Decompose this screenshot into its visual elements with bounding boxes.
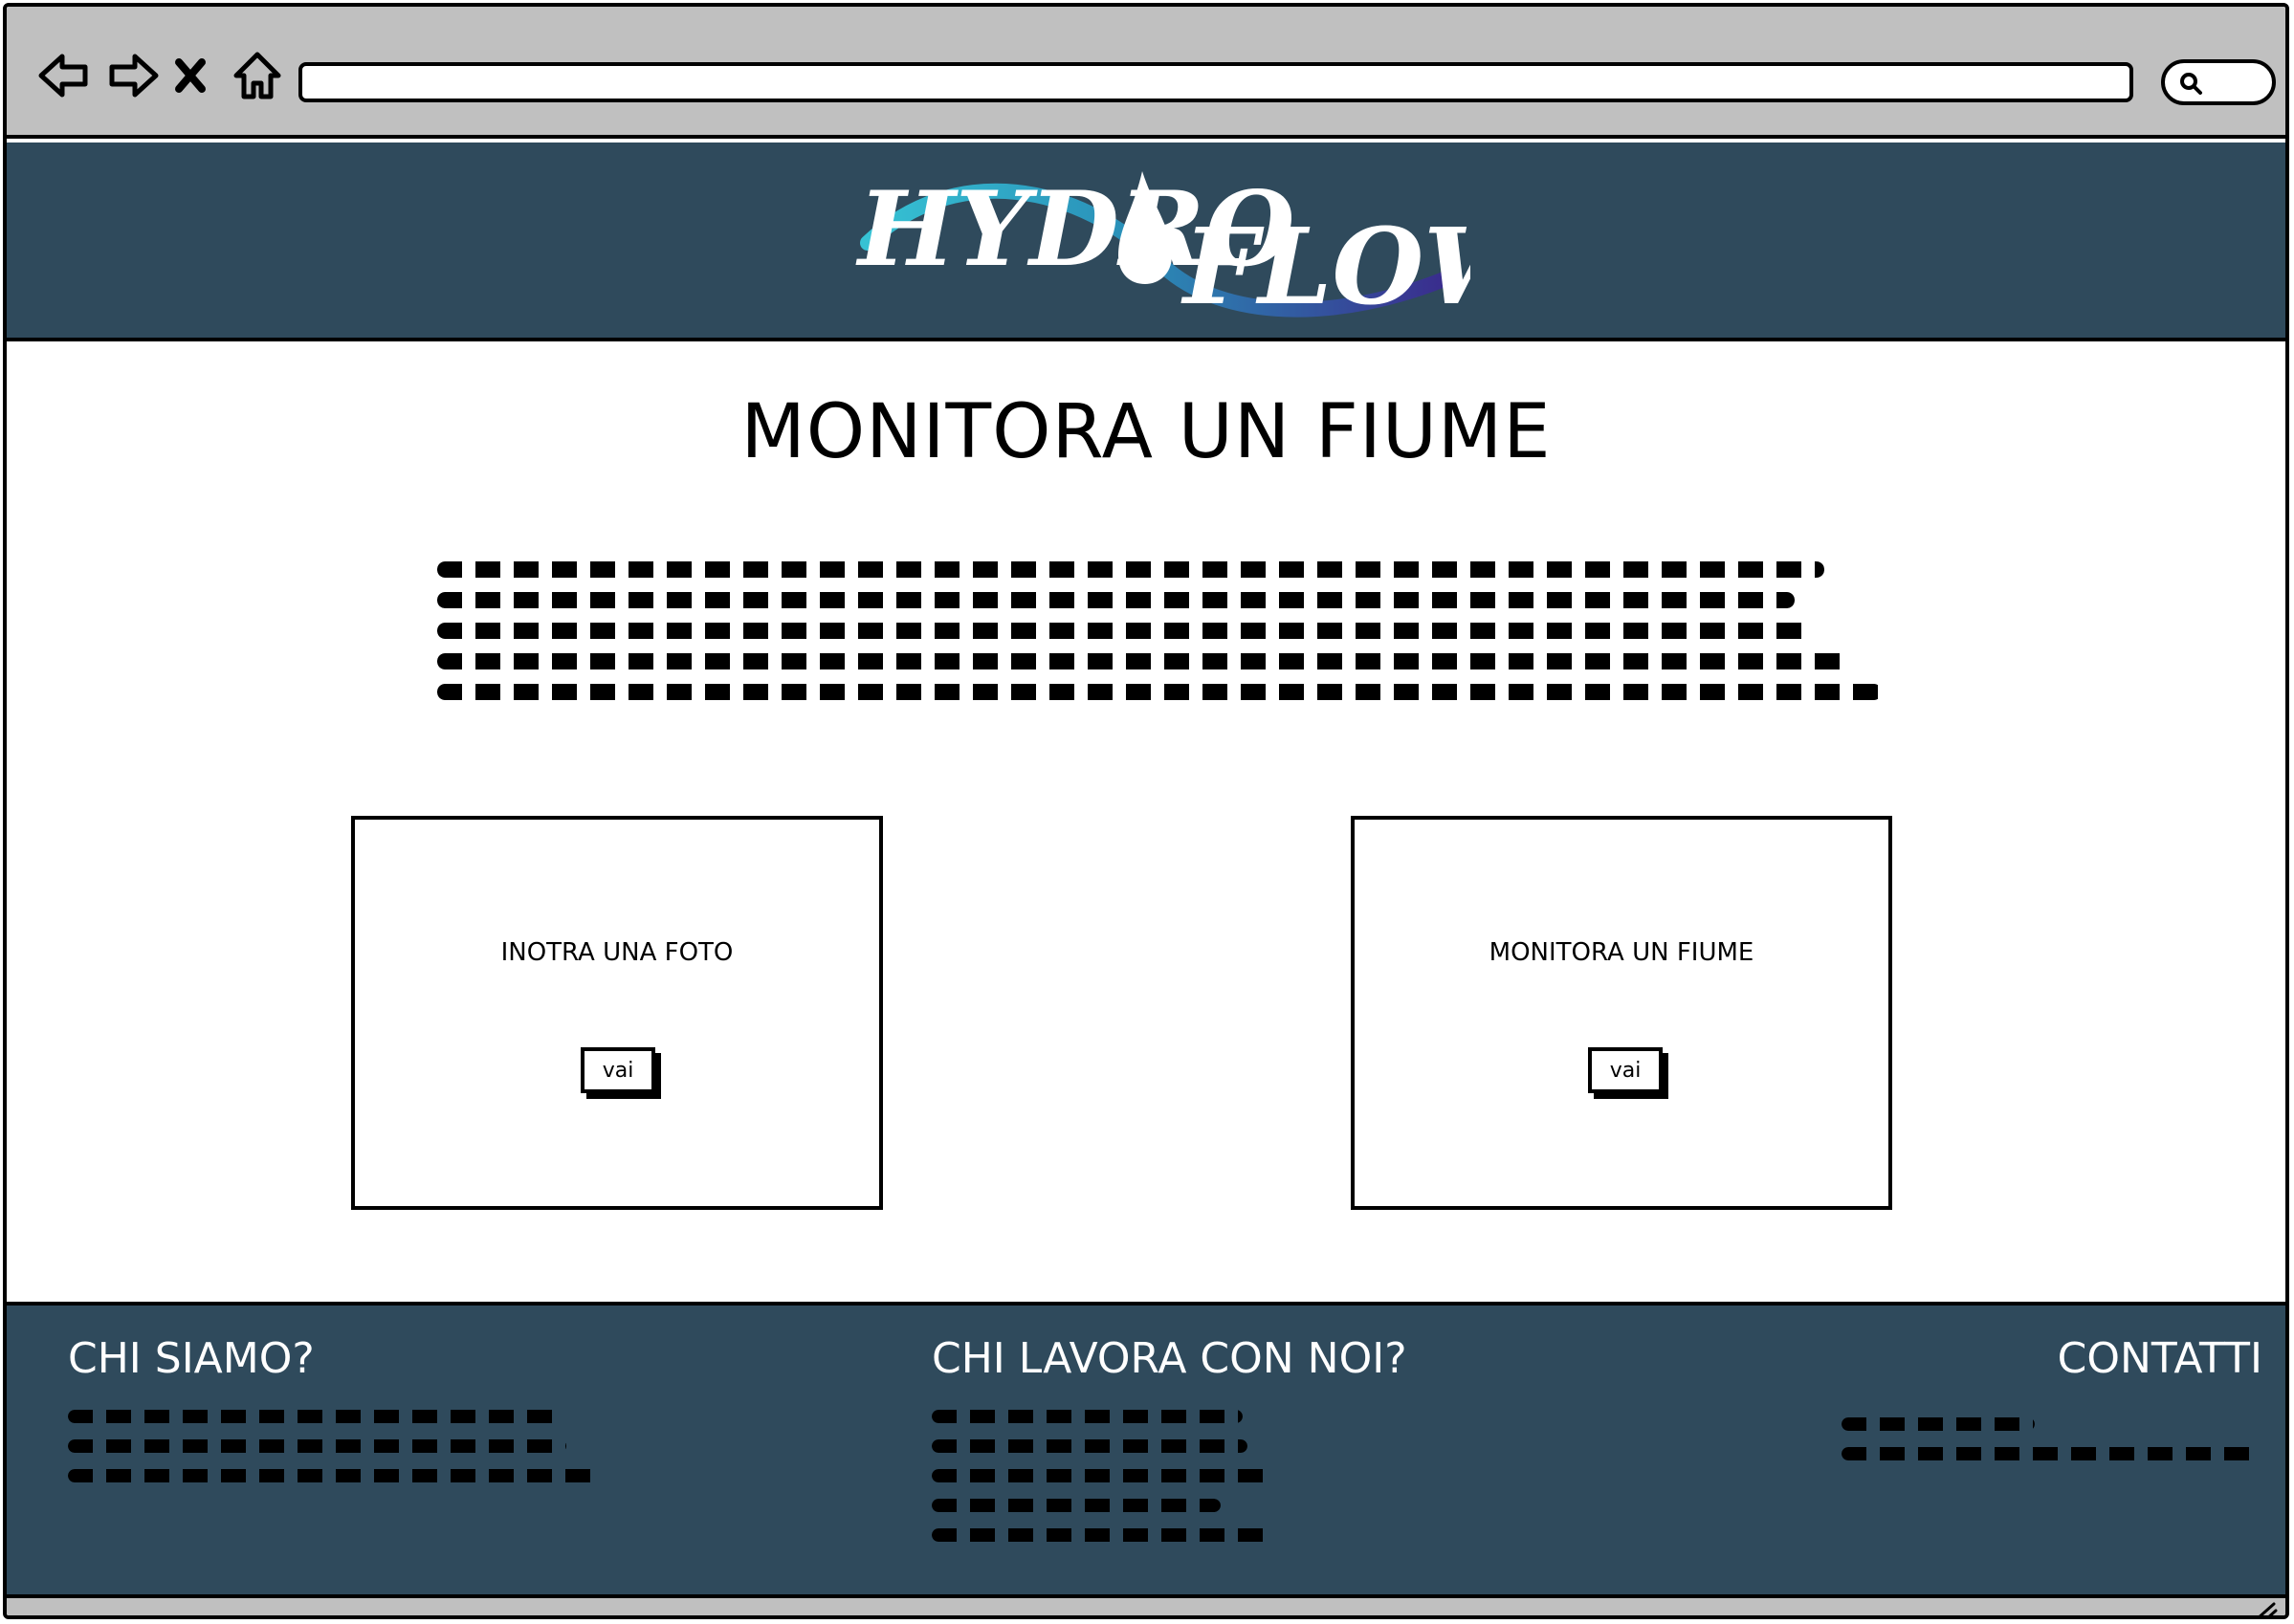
footer-work-placeholder-text <box>932 1410 1467 1542</box>
close-icon[interactable] <box>169 47 211 104</box>
footer-work-with-us: CHI LAVORA CON NOI? <box>932 1334 1467 1558</box>
site-header: HYDRO FLOW <box>7 143 2285 341</box>
browser-toolbar <box>7 7 2285 139</box>
footer-heading-about[interactable]: CHI SIAMO? <box>68 1334 604 1383</box>
home-icon[interactable] <box>229 47 286 104</box>
back-arrow-icon[interactable] <box>35 47 93 104</box>
forward-arrow-icon[interactable] <box>104 47 162 104</box>
footer-contacts: CONTATTI <box>1842 1334 2262 1477</box>
footer-about-placeholder-text <box>68 1410 604 1482</box>
footer-heading-work[interactable]: CHI LAVORA CON NOI? <box>932 1334 1467 1383</box>
footer-heading-contacts[interactable]: CONTATTI <box>1842 1334 2262 1383</box>
site-footer: CHI SIAMO? CHI LAVORA CON NOI? CONTATTI <box>7 1302 2285 1598</box>
search-icon <box>2180 73 2202 95</box>
footer-about: CHI SIAMO? <box>68 1334 604 1499</box>
monitor-river-card: MONITORA UN FIUME vai <box>1351 816 1892 1210</box>
browser-search-field[interactable] <box>2161 59 2276 105</box>
svg-text:FLOW: FLOW <box>1180 205 1470 328</box>
vai-button[interactable]: vai <box>581 1047 655 1093</box>
hydroflow-logo[interactable]: HYDRO FLOW <box>839 152 1551 334</box>
card-title: MONITORA UN FIUME <box>1489 938 1754 967</box>
footer-contacts-placeholder-text <box>1842 1417 2262 1460</box>
card-title: INOTRA UNA FOTO <box>500 938 734 967</box>
page-title: MONITORA UN FIUME <box>740 389 1552 475</box>
upload-photo-card: INOTRA UNA FOTO vai <box>351 816 883 1210</box>
browser-window: HYDRO FLOW MONITORA UN FIUME INOTRA UNA … <box>3 3 2289 1619</box>
resize-grip-icon[interactable] <box>2251 1600 2280 1619</box>
address-bar[interactable] <box>298 62 2133 102</box>
vai-button[interactable]: vai <box>1588 1047 1663 1093</box>
browser-status-bar <box>7 1598 2285 1619</box>
intro-placeholder-text <box>437 561 1882 714</box>
